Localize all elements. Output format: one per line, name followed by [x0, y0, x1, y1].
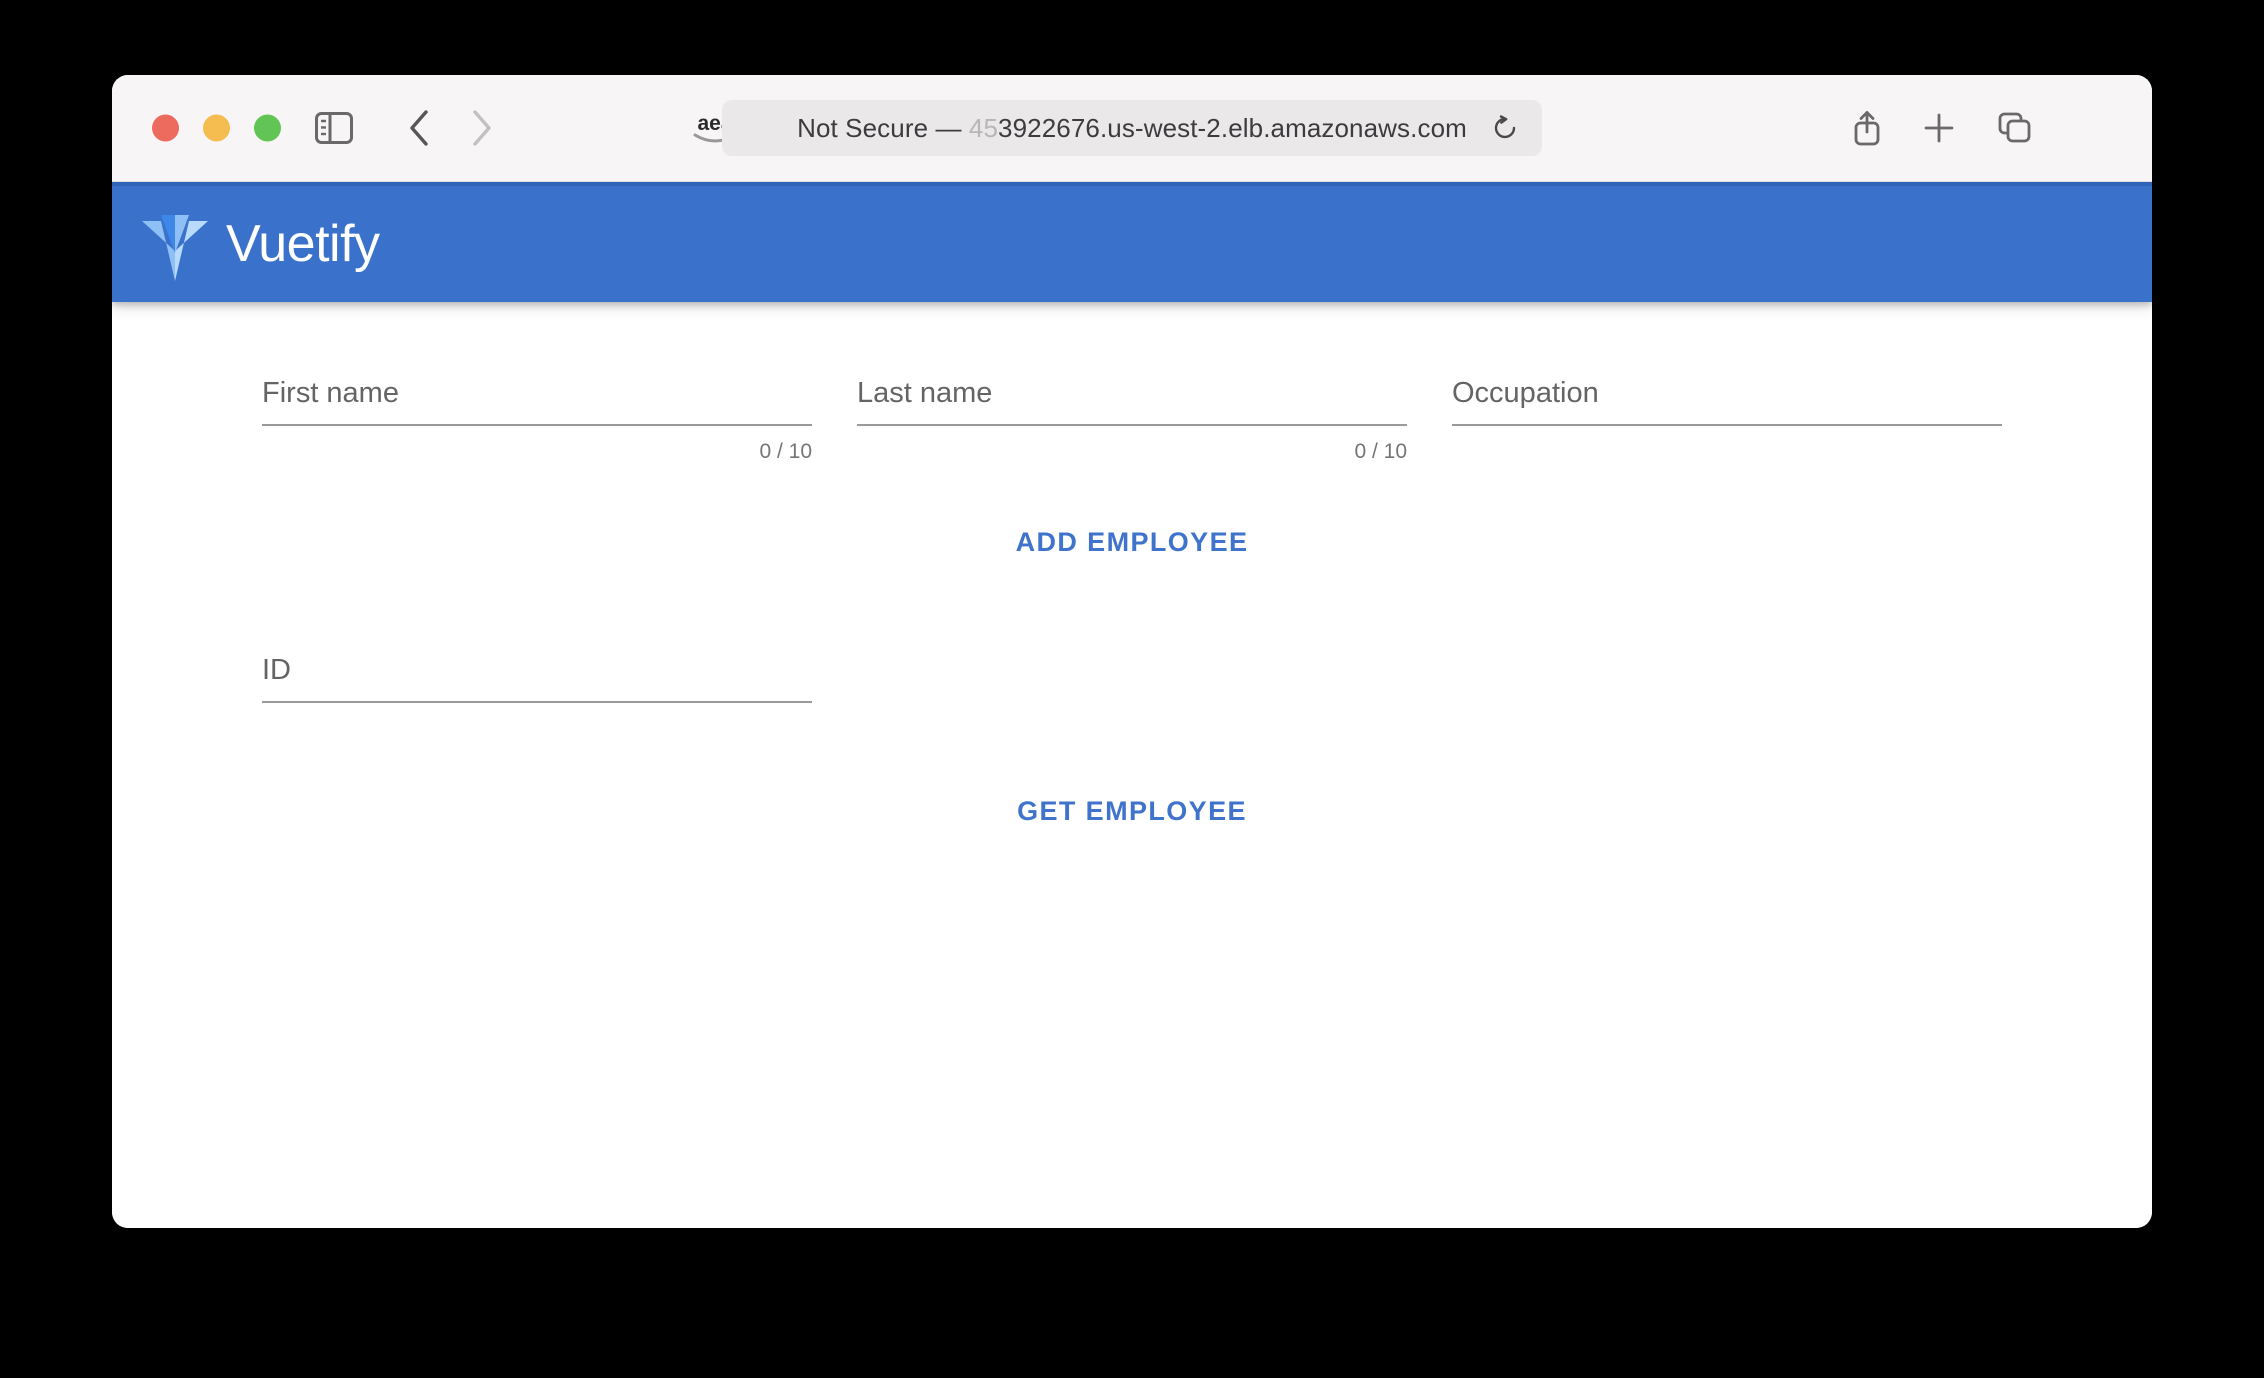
id-row-spacer-2: [1452, 656, 2002, 740]
url-text: Not Secure — 453922676.us-west-2.elb.ama…: [797, 113, 1467, 144]
app-title: Vuetify: [226, 215, 380, 273]
first-name-field[interactable]: First name 0 / 10: [262, 379, 812, 463]
browser-toolbar: aea Not Secure — 453922676.us-west-2.elb…: [112, 75, 2152, 182]
back-arrow-icon[interactable]: [399, 105, 439, 151]
close-window-button[interactable]: [152, 114, 179, 142]
share-icon[interactable]: [1844, 105, 1890, 151]
employee-form: First name 0 / 10 Last name 0 / 10 Occup…: [112, 302, 2152, 835]
security-status-label: Not Secure —: [797, 112, 969, 143]
last-name-counter: 0 / 10: [1354, 440, 1407, 463]
occupation-label: Occupation: [1452, 377, 1599, 409]
url-main-part: 3922676.us-west-2.elb.amazonaws.com: [998, 112, 1467, 143]
new-tab-icon[interactable]: [1916, 105, 1962, 151]
forward-arrow-icon: [462, 105, 502, 151]
occupation-field-column: Occupation: [1452, 379, 2002, 463]
add-employee-button[interactable]: ADD EMPLOYEE: [998, 519, 1267, 566]
first-name-counter: 0 / 10: [759, 440, 812, 463]
first-name-field-column: First name 0 / 10: [262, 379, 812, 463]
sidebar-toggle-icon[interactable]: [311, 105, 357, 151]
id-field[interactable]: ID: [262, 656, 812, 740]
id-field-column: ID: [262, 656, 812, 740]
get-employee-row: GET EMPLOYEE: [262, 788, 2002, 835]
last-name-field[interactable]: Last name 0 / 10: [857, 379, 1407, 463]
app-bar: Vuetify: [112, 182, 2152, 302]
id-fields-row: ID: [262, 566, 2002, 740]
browser-window: aea Not Secure — 453922676.us-west-2.elb…: [112, 75, 2152, 1228]
first-name-label: First name: [262, 377, 399, 409]
occupation-underline: [1452, 424, 2002, 426]
id-row-spacer-1: [857, 656, 1407, 740]
url-dim-part: 45: [968, 112, 999, 143]
add-employee-row: ADD EMPLOYEE: [262, 519, 2002, 566]
occupation-field[interactable]: Occupation: [1452, 379, 2002, 463]
page-content: Vuetify First name 0 / 10 Last name 0 / …: [112, 182, 2152, 1228]
name-fields-row: First name 0 / 10 Last name 0 / 10 Occup…: [262, 302, 2002, 463]
maximize-window-button[interactable]: [254, 114, 281, 142]
address-bar[interactable]: Not Secure — 453922676.us-west-2.elb.ama…: [722, 100, 1542, 156]
get-employee-button[interactable]: GET EMPLOYEE: [999, 788, 1265, 835]
reload-icon[interactable]: [1490, 113, 1520, 143]
last-name-label: Last name: [857, 377, 993, 409]
id-label: ID: [262, 654, 291, 686]
tab-overview-icon[interactable]: [1992, 105, 2038, 151]
id-underline: [262, 701, 812, 703]
window-controls: [152, 114, 281, 142]
last-name-field-column: Last name 0 / 10: [857, 379, 1407, 463]
minimize-window-button[interactable]: [203, 114, 230, 142]
vuetify-logo: [142, 215, 208, 281]
